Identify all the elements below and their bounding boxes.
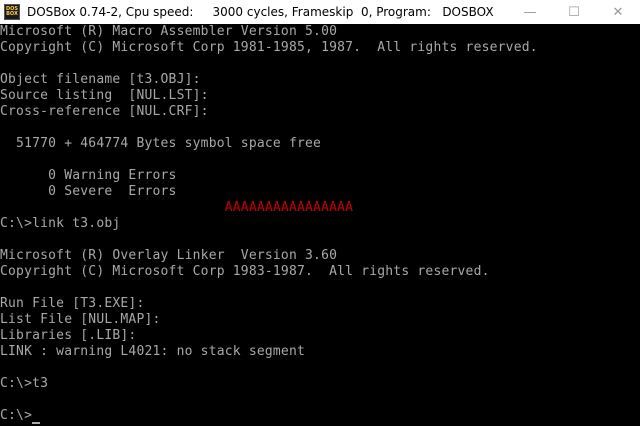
console-line: Run File [T3.EXE]:: [0, 296, 145, 311]
console-line: 0 Warning Errors: [0, 168, 177, 183]
text-cursor: [32, 422, 41, 424]
console-line: Copyright (C) Microsoft Corp 1981-1985, …: [0, 40, 538, 55]
console-line: 0 Severe Errors: [0, 184, 177, 199]
console-line: Microsoft (R) Macro Assembler Version 5.…: [0, 24, 338, 39]
console-line: Libraries [.LIB]:: [0, 328, 137, 343]
console-output[interactable]: Microsoft (R) Macro Assembler Version 5.…: [0, 24, 640, 426]
window-controls: — ☐ ✕: [508, 0, 640, 24]
console-line: Object filename [t3.OBJ]:: [0, 72, 201, 87]
red-program-output: AAAAAAAAAAAAAAAA: [0, 200, 354, 215]
icon-text-bottom: BOX: [6, 11, 18, 17]
console-line: Copyright (C) Microsoft Corp 1983-1987. …: [0, 264, 490, 279]
close-button[interactable]: ✕: [596, 0, 640, 24]
console-line: Cross-reference [NUL.CRF]:: [0, 104, 209, 119]
prompt-text: C:\>: [0, 408, 33, 423]
console-line: 51770 + 464774 Bytes symbol space free: [0, 136, 322, 151]
minimize-button[interactable]: —: [508, 0, 552, 24]
dosbox-icon: DOS BOX: [4, 4, 20, 20]
title-bar[interactable]: DOS BOX DOSBox 0.74-2, Cpu speed: 3000 c…: [0, 0, 640, 24]
console-line: LINK : warning L4021: no stack segment: [0, 344, 306, 359]
maximize-button[interactable]: ☐: [552, 0, 596, 24]
console-line: Microsoft (R) Overlay Linker Version 3.6…: [0, 248, 338, 263]
console-line: C:\>t3: [0, 376, 49, 391]
console-line: C:\>link t3.obj: [0, 216, 121, 231]
dosbox-window: DOS BOX DOSBox 0.74-2, Cpu speed: 3000 c…: [0, 0, 640, 426]
command-prompt[interactable]: C:\>: [0, 408, 41, 424]
console-line: List File [NUL.MAP]:: [0, 312, 161, 327]
console-line: Source listing [NUL.LST]:: [0, 88, 209, 103]
window-title: DOSBox 0.74-2, Cpu speed: 3000 cycles, F…: [27, 5, 494, 19]
